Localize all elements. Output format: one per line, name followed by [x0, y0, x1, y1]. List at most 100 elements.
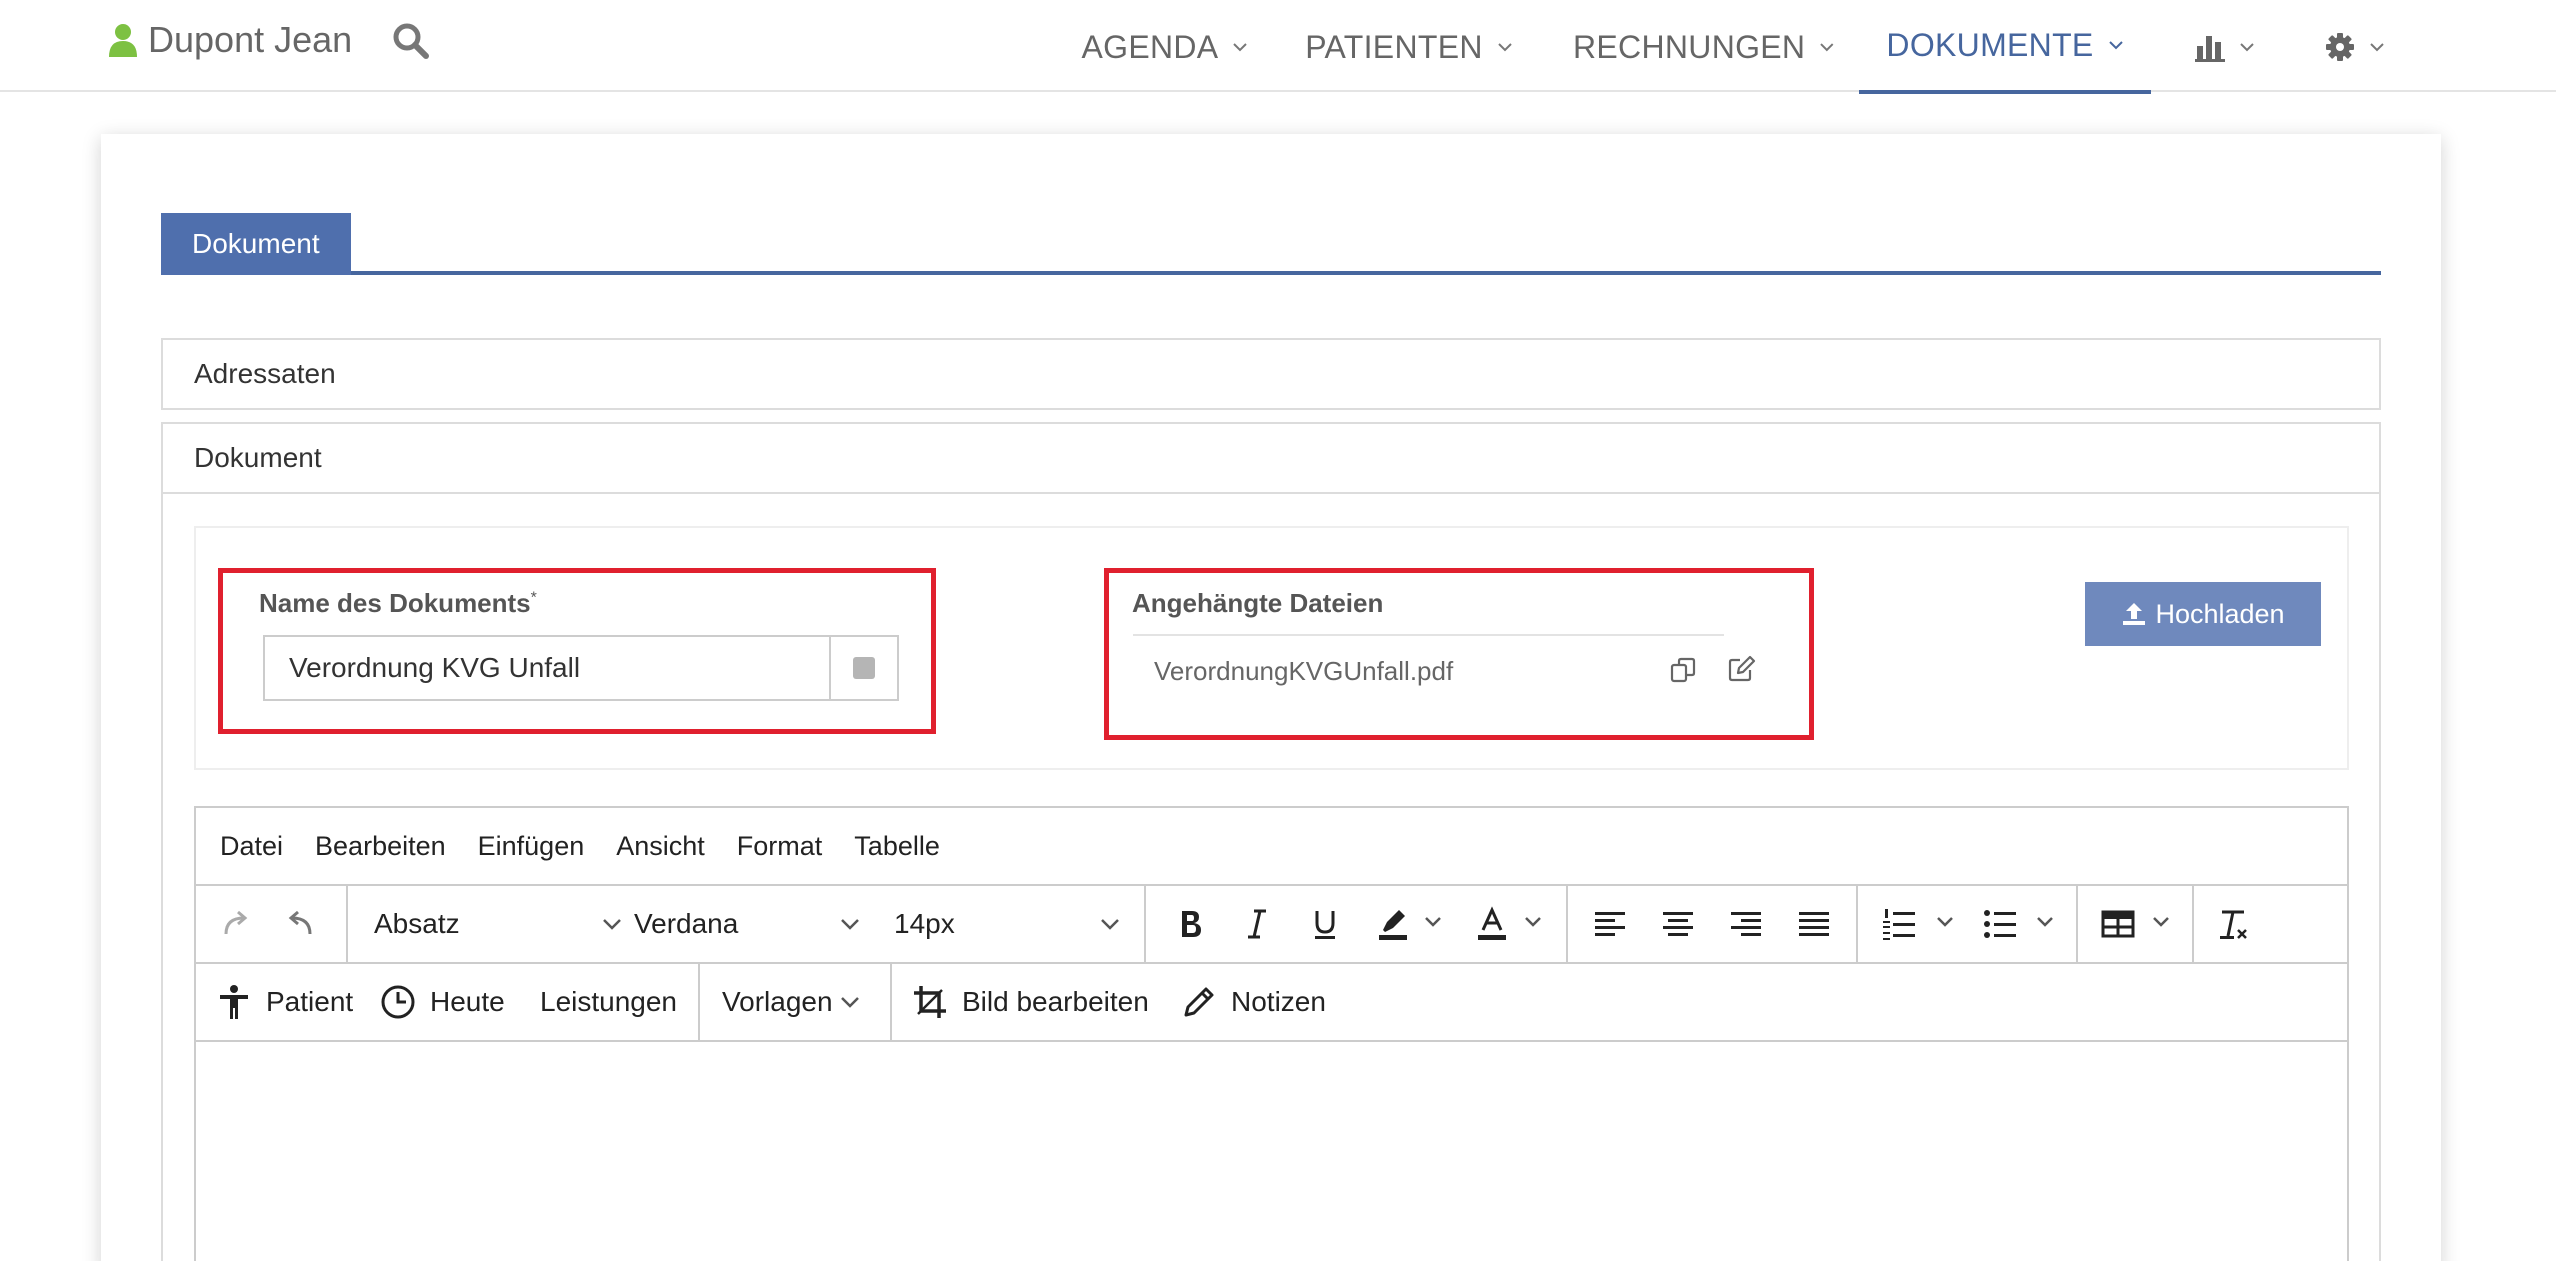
- divider: [2076, 886, 2078, 962]
- numbered-list-icon: [1883, 909, 1915, 940]
- bold-button[interactable]: [1170, 904, 1210, 944]
- panel-dokument-body: Name des Dokuments* Angehängte Dateien V…: [161, 494, 2381, 1261]
- editor-toolbar-formatting: Absatz Verdana 14px: [196, 886, 2347, 964]
- gear-icon: [2326, 33, 2354, 61]
- attached-file-link[interactable]: VerordnungKVGUnfall.pdf: [1154, 656, 1453, 687]
- align-right-button[interactable]: [1726, 904, 1766, 944]
- templates-select[interactable]: Vorlagen: [722, 964, 874, 1040]
- divider: [1144, 886, 1146, 962]
- menu-datei[interactable]: Datei: [220, 831, 283, 862]
- nav-agenda-label: AGENDA: [1081, 28, 1219, 65]
- today-button[interactable]: Heute: [380, 964, 505, 1040]
- chevron-down-icon: [841, 997, 859, 1008]
- chevron-down-icon[interactable]: [1424, 916, 1442, 928]
- tab-dokument[interactable]: Dokument: [161, 213, 351, 275]
- undo-button[interactable]: [280, 904, 320, 944]
- input-addon-button[interactable]: [829, 637, 897, 699]
- numbered-list-button[interactable]: [1879, 904, 1919, 944]
- copy-icon[interactable]: [1668, 656, 1698, 686]
- user-menu[interactable]: Dupont Jean: [108, 18, 352, 62]
- document-name-input[interactable]: [265, 637, 829, 699]
- document-card: Dokument Adressaten Dokument Name des Do…: [101, 134, 2441, 1261]
- user-icon: [109, 24, 137, 57]
- name-field: [263, 635, 899, 701]
- chevron-down-icon[interactable]: [1936, 916, 1954, 928]
- clear-formatting-icon: [2220, 910, 2247, 939]
- chevron-down-icon: [1820, 43, 1834, 52]
- menu-bearbeiten[interactable]: Bearbeiten: [315, 831, 446, 862]
- nav-settings[interactable]: [2315, 0, 2395, 94]
- text-color-button[interactable]: [1472, 904, 1512, 944]
- align-center-button[interactable]: [1658, 904, 1698, 944]
- panel-adressaten[interactable]: Adressaten: [161, 338, 2381, 410]
- chevron-down-icon: [2370, 43, 2384, 52]
- font-size-select[interactable]: 14px: [894, 886, 1120, 962]
- square-icon: [853, 657, 875, 679]
- today-label: Heute: [430, 986, 505, 1017]
- upload-button[interactable]: Hochladen: [2085, 582, 2321, 646]
- panel-dokument[interactable]: Dokument: [161, 422, 2381, 494]
- justify-button[interactable]: [1794, 904, 1834, 944]
- upload-icon: [2123, 603, 2146, 625]
- nav-rechnungen[interactable]: RECHNUNGEN: [1573, 0, 1835, 94]
- align-center-icon: [1663, 912, 1693, 936]
- menu-ansicht[interactable]: Ansicht: [616, 831, 705, 862]
- chevron-down-icon[interactable]: [2036, 916, 2054, 928]
- menu-format[interactable]: Format: [737, 831, 823, 862]
- divider: [2192, 886, 2194, 962]
- table-icon: [2101, 910, 2135, 938]
- chevron-down-icon: [1498, 43, 1512, 52]
- divider: [1566, 886, 1568, 962]
- nav-patienten[interactable]: PATIENTEN: [1303, 0, 1515, 94]
- notes-label: Notizen: [1231, 986, 1326, 1017]
- divider: [346, 886, 348, 962]
- font-family-select[interactable]: Verdana: [634, 886, 860, 962]
- block-format-select[interactable]: Absatz: [374, 886, 622, 962]
- chevron-down-icon: [2108, 41, 2123, 50]
- divider: [1133, 634, 1724, 636]
- menu-einfuegen[interactable]: Einfügen: [478, 831, 585, 862]
- name-label-text: Name des Dokuments: [259, 588, 531, 618]
- align-left-button[interactable]: [1590, 904, 1630, 944]
- nav-dokumente-label: DOKUMENTE: [1886, 26, 2094, 63]
- services-button[interactable]: Leistungen: [540, 964, 677, 1040]
- nav-agenda[interactable]: AGENDA: [1078, 0, 1252, 94]
- rich-text-editor: Datei Bearbeiten Einfügen Ansicht Format…: [194, 806, 2349, 1261]
- services-label: Leistungen: [540, 986, 678, 1017]
- underline-icon: [1315, 911, 1335, 939]
- search-icon[interactable]: [392, 22, 430, 60]
- block-format-value: Absatz: [374, 908, 460, 939]
- pencil-icon: [1184, 987, 1214, 1017]
- menu-tabelle[interactable]: Tabelle: [854, 831, 940, 862]
- bold-icon: [1182, 911, 1201, 937]
- clock-icon: [381, 985, 415, 1019]
- clear-formatting-button[interactable]: [2214, 904, 2254, 944]
- notes-button[interactable]: Notizen: [1181, 964, 1326, 1040]
- redo-button[interactable]: [216, 904, 256, 944]
- chevron-down-icon: [1101, 919, 1119, 930]
- edit-icon[interactable]: [1726, 654, 1756, 684]
- patient-label: Patient: [266, 986, 354, 1017]
- user-name: Dupont Jean: [148, 19, 353, 60]
- bullet-list-button[interactable]: [1980, 904, 2020, 944]
- tab-bar: Dokument: [161, 213, 2381, 275]
- divider: [698, 964, 700, 1040]
- underline-button[interactable]: [1305, 904, 1345, 944]
- upload-button-label: Hochladen: [2155, 598, 2285, 629]
- required-marker: *: [530, 589, 537, 607]
- italic-button[interactable]: [1237, 904, 1277, 944]
- editor-content-area[interactable]: [196, 1044, 2347, 1261]
- nav-dokumente[interactable]: DOKUMENTE: [1859, 0, 2151, 94]
- chevron-down-icon[interactable]: [1524, 916, 1542, 928]
- align-justify-icon: [1799, 912, 1829, 936]
- chevron-down-icon[interactable]: [2152, 916, 2170, 928]
- top-navbar: Dupont Jean AGENDA PATIENTEN RECHNUNGEN …: [0, 0, 2556, 94]
- patient-button[interactable]: Patient: [216, 964, 353, 1040]
- edit-image-button[interactable]: Bild bearbeiten: [912, 964, 1149, 1040]
- highlight-color-button[interactable]: [1373, 904, 1413, 944]
- bar-chart-icon: [2195, 36, 2225, 62]
- chevron-down-icon: [841, 919, 859, 930]
- templates-label: Vorlagen: [722, 986, 833, 1017]
- nav-statistics[interactable]: [2185, 0, 2265, 94]
- table-button[interactable]: [2098, 904, 2138, 944]
